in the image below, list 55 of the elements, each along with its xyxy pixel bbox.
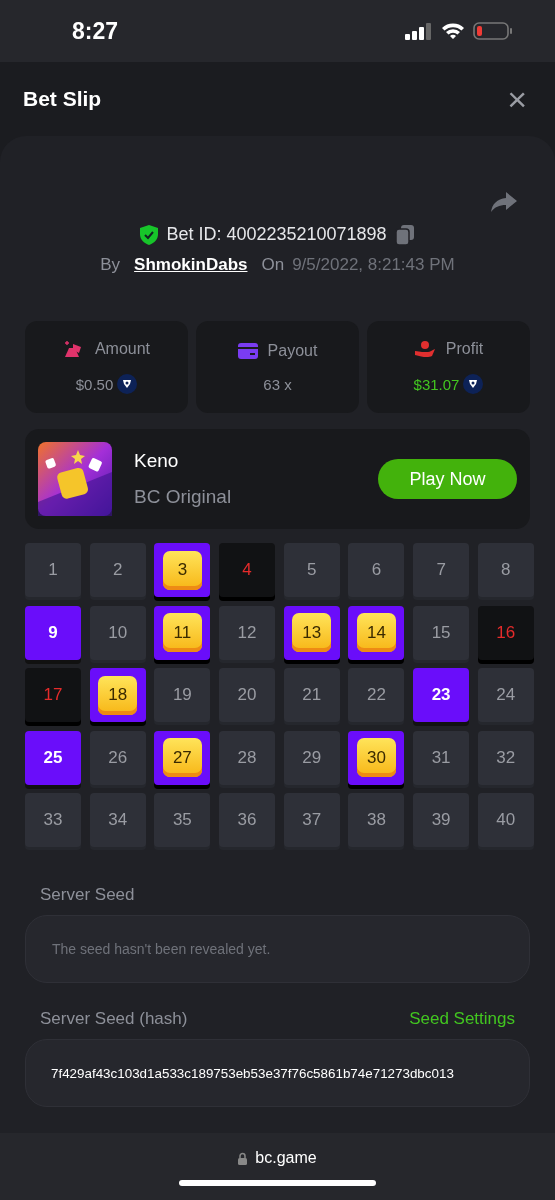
keno-tile: 33 [25, 793, 81, 847]
keno-tile: 6 [348, 543, 405, 597]
username-link[interactable]: ShmokinDabs [134, 255, 248, 275]
game-subtitle: BC Original [134, 486, 233, 508]
keno-tile: 22 [348, 668, 405, 722]
keno-tile: 21 [283, 668, 340, 722]
field-label: Server Seed [40, 885, 135, 905]
keno-tile: 32 [477, 730, 534, 785]
keno-tile: 12 [219, 605, 276, 660]
stat-label: Amount [94, 340, 151, 358]
keno-tile: 34 [89, 793, 146, 847]
keno-tile: 40 [477, 793, 534, 847]
keno-tile: 15 [413, 605, 470, 660]
keno-tile: 5 [283, 543, 340, 597]
keno-tile: 38 [348, 793, 405, 847]
bet-date: 9/5/2022, 8:21:43 PM [292, 255, 455, 275]
keno-tile: 31 [413, 730, 470, 785]
on-label: On [261, 255, 285, 275]
stat-value: 63 x [263, 375, 292, 393]
keno-tile: 28 [219, 730, 276, 785]
keno-tile: 2 [89, 543, 146, 597]
stat-label: Profit [445, 340, 484, 358]
stat-label: Payout [267, 341, 318, 360]
gem-tile: 3 [162, 550, 202, 590]
keno-tile: 29 [283, 730, 340, 785]
keno-tile: 10 [89, 605, 146, 660]
stat-value: $0.50 [75, 375, 114, 393]
close-button[interactable]: × [507, 82, 527, 116]
gem-tile: 30 [356, 738, 396, 777]
keno-tile: 24 [477, 668, 534, 722]
keno-tile: 8 [477, 543, 534, 597]
sheet-title: Bet Slip [23, 87, 102, 111]
gem-tile: 14 [356, 613, 396, 652]
by-label: By [100, 255, 121, 275]
keno-tile: 7 [413, 543, 470, 597]
seed-settings-link[interactable]: Seed Settings [409, 1009, 515, 1029]
gem-tile: 27 [162, 738, 202, 777]
keno-tile: 35 [154, 793, 211, 847]
url-text: bc.game [255, 1149, 317, 1167]
gem-tile: 18 [98, 675, 138, 715]
clock-time: 8:27 [72, 17, 119, 45]
keno-tile: 1 [25, 543, 81, 597]
bet-id: Bet ID: 4002235210071898 [166, 224, 387, 245]
keno-tile: 37 [283, 793, 340, 847]
gem-tile: 13 [292, 613, 332, 652]
keno-tile: 20 [219, 668, 276, 722]
stat-value: $31.07 [413, 375, 460, 393]
game-name: Keno [134, 450, 180, 472]
gem-tile: 11 [162, 613, 202, 652]
field-label: Server Seed (hash) [40, 1009, 188, 1029]
keno-tile: 19 [154, 668, 211, 722]
keno-tile: 36 [219, 793, 276, 847]
keno-tile: 26 [89, 730, 146, 785]
hash-field[interactable]: 7f429af43c103d1a533c189753eb53e37f76c5861b74e71273dbc013 [25, 1039, 530, 1107]
keno-tile: 39 [413, 793, 470, 847]
